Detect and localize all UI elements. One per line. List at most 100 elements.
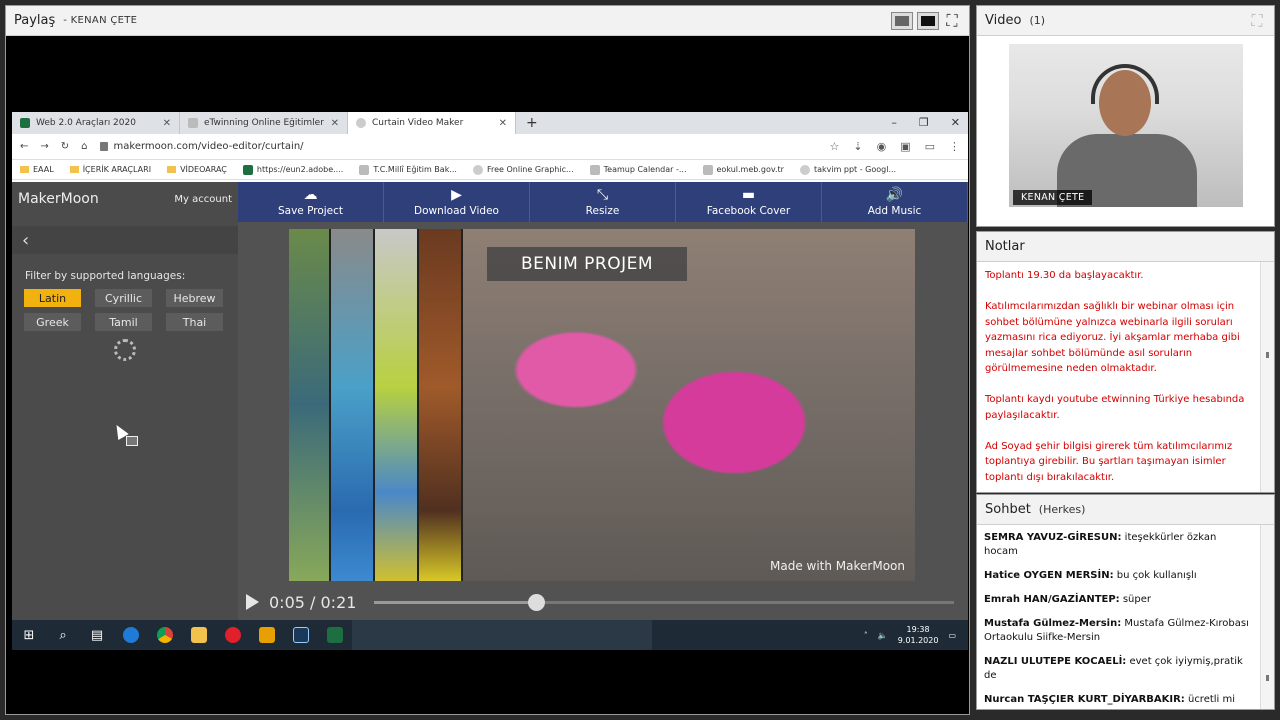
minimize-icon[interactable]: –	[891, 116, 897, 129]
edge-icon[interactable]	[114, 620, 148, 650]
video-preview[interactable]: BENIM PROJEM Made with MakerMoon	[289, 229, 915, 581]
add-music-button[interactable]: 🔊 Add Music	[822, 182, 968, 222]
notes-content: Toplantı 19.30 da başlayacaktır. Katılım…	[977, 262, 1260, 492]
tab-curtain-video-maker[interactable]: Curtain Video Maker ✕	[348, 112, 516, 134]
play-icon[interactable]	[246, 594, 259, 610]
close-icon[interactable]: ✕	[163, 118, 171, 129]
excel-taskbar-icon[interactable]	[318, 620, 352, 650]
url-field[interactable]: makermoon.com/video-editor/curtain/	[99, 141, 818, 152]
bookmark-item[interactable]: takvim ppt - Googl...	[799, 164, 896, 175]
chat-author: NAZLI ULUTEPE KOCAELİ:	[984, 656, 1127, 667]
lang-thai[interactable]: Thai	[166, 313, 223, 331]
forward-icon[interactable]: →	[40, 141, 48, 152]
page-icon	[589, 164, 600, 175]
menu-icon[interactable]: ⋮	[949, 140, 960, 153]
download-video-button[interactable]: ▶ Download Video	[384, 182, 530, 222]
start-icon[interactable]: ⊞	[12, 620, 46, 650]
presenter-name: - KENAN ÇETE	[63, 15, 138, 26]
chat-author: Nurcan TAŞÇIER KURT_DİYARBAKIR:	[984, 694, 1185, 705]
chevron-up-icon[interactable]: ˄	[864, 631, 868, 640]
time-current: 0:05	[269, 592, 305, 612]
seek-bar[interactable]	[374, 594, 954, 611]
bookmark-label: T.C.Millî Eğitim Bak...	[373, 165, 457, 174]
tab-etwinning[interactable]: eTwinning Online Eğitimler ✕	[180, 112, 348, 134]
back-icon[interactable]: ←	[20, 141, 28, 152]
fullscreen-icon[interactable]: ⛶	[1248, 11, 1266, 30]
bookmark-item[interactable]: EAAL	[20, 165, 54, 174]
headset-icon	[1091, 64, 1159, 104]
lang-greek[interactable]: Greek	[24, 313, 81, 331]
chat-message: NAZLI ULUTEPE KOCAELİ: evet çok iyiymiş,…	[984, 655, 1253, 683]
close-window-icon[interactable]: ✕	[951, 116, 960, 129]
lang-cyrillic[interactable]: Cyrillic	[95, 289, 152, 307]
back-chevron-icon[interactable]: ‹	[12, 226, 238, 254]
resize-button[interactable]: ⤡ Resize	[530, 182, 676, 222]
download-icon[interactable]: ⇣	[853, 140, 862, 153]
chat-messages: SEMRA YAVUZ-GİRESUN: iteşekkürler özkan …	[977, 525, 1260, 709]
makermoon-logo[interactable]: MakerMoon	[18, 191, 99, 207]
share-pod-title: Paylaş	[14, 13, 56, 28]
star-icon[interactable]: ☆	[829, 140, 839, 153]
restore-icon[interactable]: ❐	[919, 116, 929, 129]
fullscreen-icon[interactable]: ⛶	[943, 11, 961, 30]
close-icon[interactable]: ✕	[499, 118, 507, 129]
scroll-grip-icon[interactable]	[1266, 352, 1269, 358]
save-project-button[interactable]: ☁ Save Project	[238, 182, 384, 222]
bookmark-item[interactable]: Free Online Graphic...	[472, 164, 574, 175]
chat-text: süper	[1119, 594, 1152, 605]
extension-icon[interactable]: ◉	[877, 140, 887, 153]
photo-app-icon[interactable]	[284, 620, 318, 650]
fit-screen-icon[interactable]	[917, 11, 939, 30]
system-clock[interactable]: 19:38 9.01.2020	[898, 624, 939, 646]
globe-icon	[472, 164, 483, 175]
chat-pod: Sohbet (Herkes) SEMRA YAVUZ-GİRESUN: ite…	[976, 494, 1275, 710]
file-explorer-icon[interactable]	[182, 620, 216, 650]
bookmark-item[interactable]: Teamup Calendar -...	[589, 164, 687, 175]
notifications-icon[interactable]: ▭	[948, 631, 956, 640]
seek-handle[interactable]	[528, 594, 546, 611]
bookmark-item[interactable]: https://eun2.adobe....	[242, 164, 343, 175]
taskbar-empty-area	[352, 620, 652, 650]
share-pod: Paylaş - KENAN ÇETE ⛶ Web 2.0 Araçları 2…	[5, 5, 970, 715]
notes-scrollbar[interactable]	[1260, 262, 1274, 492]
lang-tamil[interactable]: Tamil	[95, 313, 152, 331]
lang-latin[interactable]: Latin	[24, 289, 81, 307]
fit-width-icon[interactable]	[891, 11, 913, 30]
opera-icon[interactable]	[216, 620, 250, 650]
search-icon[interactable]: ⌕	[46, 620, 80, 650]
note-paragraph: Katılımcılarımızdan sağlıklı bir webinar…	[985, 301, 1240, 374]
bookmark-label: Free Online Graphic...	[486, 165, 574, 174]
tab-label: Curtain Video Maker	[372, 118, 464, 128]
pdf-icon[interactable]: ▣	[900, 140, 910, 153]
url-text: makermoon.com/video-editor/curtain/	[113, 141, 304, 152]
facebook-cover-button[interactable]: ▬ Facebook Cover	[676, 182, 822, 222]
bookmark-item[interactable]: VİDEOARAÇ	[167, 165, 227, 174]
chat-pod-header: Sohbet (Herkes)	[977, 495, 1274, 525]
task-view-icon[interactable]: ▤	[80, 620, 114, 650]
my-account-link[interactable]: My account	[174, 194, 232, 205]
chrome-icon[interactable]	[148, 620, 182, 650]
illustrator-icon[interactable]	[250, 620, 284, 650]
bookmark-label: EAAL	[33, 165, 54, 174]
close-icon[interactable]: ✕	[331, 118, 339, 129]
tool-label: Facebook Cover	[706, 204, 791, 217]
bookmark-item[interactable]: T.C.Millî Eğitim Bak...	[359, 164, 457, 175]
cast-icon[interactable]: ▭	[925, 140, 935, 153]
project-title[interactable]: BENIM PROJEM	[487, 247, 687, 281]
home-icon[interactable]: ⌂	[81, 141, 87, 152]
scroll-grip-icon[interactable]	[1266, 675, 1269, 681]
folder-icon	[20, 166, 29, 173]
lang-hebrew[interactable]: Hebrew	[166, 289, 223, 307]
reload-icon[interactable]: ↻	[61, 141, 69, 152]
chat-scrollbar[interactable]	[1260, 525, 1274, 709]
chat-audience[interactable]: (Herkes)	[1039, 503, 1086, 516]
volume-icon[interactable]: 🔈	[878, 631, 888, 640]
chat-message: SEMRA YAVUZ-GİRESUN: iteşekkürler özkan …	[984, 531, 1253, 559]
bookmark-item[interactable]: eokul.meb.gov.tr	[702, 164, 784, 175]
tool-label: Save Project	[277, 204, 344, 217]
bookmark-item[interactable]: İÇERİK ARAÇLARI	[69, 165, 151, 174]
new-tab-button[interactable]: +	[516, 112, 548, 134]
chat-message: Hatice OYGEN MERSİN: bu çok kullanışlı	[984, 569, 1253, 583]
chat-message: Emrah HAN/GAZİANTEP: süper	[984, 593, 1253, 607]
tab-web-araclari[interactable]: Web 2.0 Araçları 2020 ✕	[12, 112, 180, 134]
